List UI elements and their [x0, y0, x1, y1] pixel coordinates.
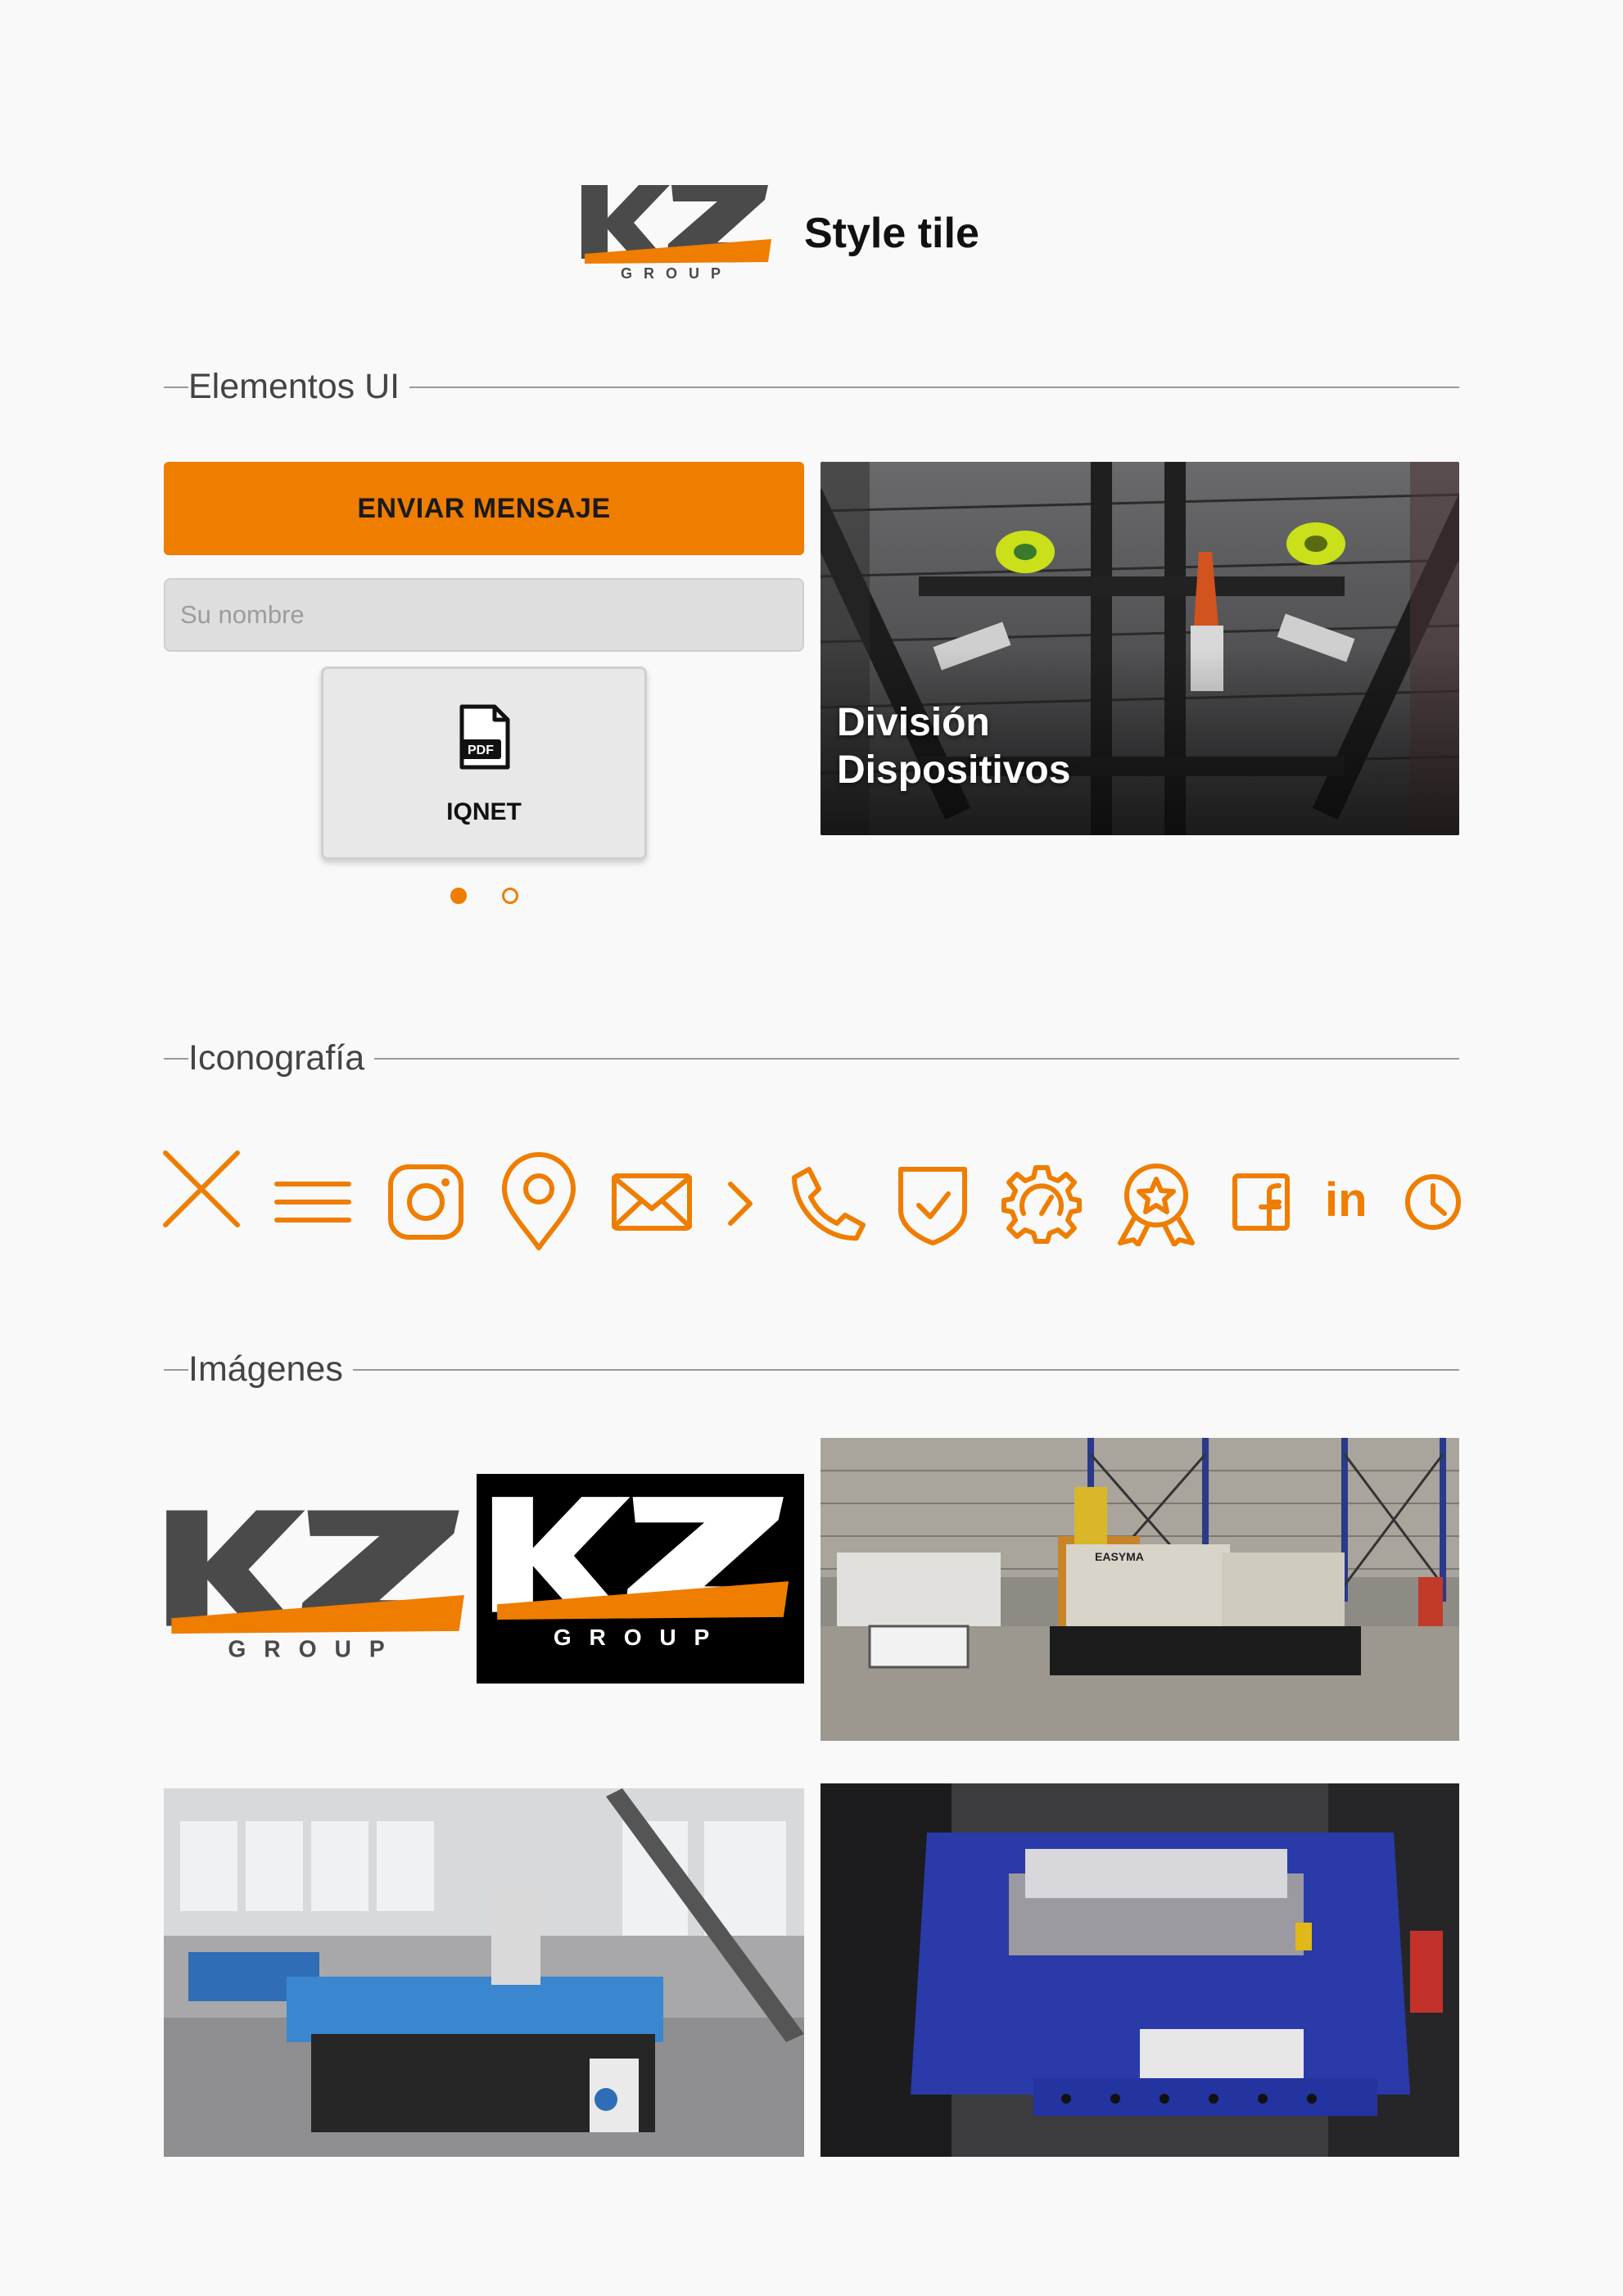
page-title: Style tile — [804, 210, 979, 257]
mold-photo — [821, 1783, 1459, 2157]
logo-light-image: GROUP — [164, 1500, 467, 1661]
section-dash — [164, 386, 179, 388]
file-card-label: IQNET — [446, 798, 522, 825]
svg-text:GROUP: GROUP — [228, 1635, 402, 1661]
svg-text:GROUP: GROUP — [621, 265, 732, 281]
division-caption-line2: Dispositivos — [837, 748, 1071, 792]
logo-dark-image: GROUP — [477, 1474, 804, 1684]
machine-photo — [164, 1788, 804, 2157]
section-dash — [164, 1058, 179, 1060]
shield-check-icon[interactable] — [896, 1161, 970, 1246]
location-pin-icon[interactable] — [500, 1151, 578, 1253]
mail-icon[interactable] — [611, 1173, 693, 1232]
header-logo[interactable]: GROUP — [580, 179, 773, 282]
phone-icon[interactable] — [789, 1164, 868, 1243]
division-card[interactable]: División Dispositivos — [821, 462, 1459, 835]
instagram-icon[interactable] — [387, 1163, 465, 1241]
kz-group-logo: GROUP — [581, 185, 771, 282]
facebook-icon[interactable] — [1232, 1173, 1291, 1232]
svg-text:PDF: PDF — [468, 743, 494, 757]
section-title: Imágenes — [188, 1345, 353, 1394]
section-header-images: Imágenes — [164, 1345, 1459, 1394]
svg-text:GROUP: GROUP — [554, 1625, 727, 1650]
gear-gauge-icon[interactable] — [1001, 1163, 1083, 1245]
name-input[interactable] — [164, 578, 804, 652]
chevron-right-icon[interactable] — [724, 1179, 757, 1228]
file-download-card[interactable]: PDF IQNET — [321, 667, 647, 860]
pdf-file-icon: PDF — [459, 704, 510, 770]
section-title: Elementos UI — [188, 362, 410, 411]
factory-photo: EASYMA — [821, 1438, 1459, 1741]
carousel-dot-2[interactable] — [502, 888, 518, 904]
section-rule — [164, 1369, 1459, 1371]
section-header-icons: Iconografía — [164, 1033, 1459, 1082]
carousel-dot-1[interactable] — [450, 888, 467, 904]
svg-text:EASYMA: EASYMA — [1095, 1550, 1144, 1563]
award-badge-icon[interactable] — [1115, 1161, 1197, 1246]
section-dash — [164, 1369, 179, 1371]
linkedin-icon[interactable]: in — [1325, 1173, 1368, 1227]
division-caption: División Dispositivos — [837, 699, 1164, 794]
section-header-ui: Elementos UI — [164, 362, 1459, 411]
close-icon[interactable] — [160, 1148, 242, 1230]
clock-icon[interactable] — [1404, 1173, 1463, 1232]
send-message-button[interactable]: ENVIAR MENSAJE — [164, 462, 804, 555]
menu-icon[interactable] — [274, 1179, 352, 1225]
section-title: Iconografía — [188, 1033, 375, 1082]
division-caption-line1: División — [837, 701, 990, 744]
